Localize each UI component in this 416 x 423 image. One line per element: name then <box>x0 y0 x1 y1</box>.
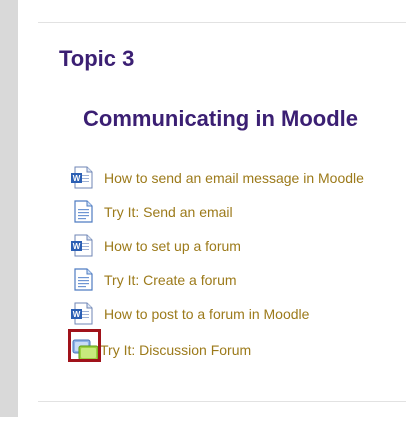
activity-link[interactable]: Try It: Send an email <box>104 204 233 220</box>
activity-item-try-create-forum[interactable]: Try It: Create a forum <box>70 268 390 292</box>
left-margin-bar <box>0 0 18 417</box>
activity-link[interactable]: Try It: Create a forum <box>104 272 237 288</box>
forum-icon-highlight-box <box>68 329 101 362</box>
activity-item-try-send-email[interactable]: Try It: Send an email <box>70 200 390 224</box>
activity-item-send-email-howto[interactable]: W How to send an email message in Moodle <box>70 166 390 190</box>
activity-link[interactable]: How to post to a forum in Moodle <box>104 306 309 322</box>
page-icon <box>70 200 96 224</box>
word-document-icon: W <box>70 166 96 190</box>
activity-item-post-forum-howto[interactable]: W How to post to a forum in Moodle <box>70 302 390 326</box>
topic-title: Topic 3 <box>59 46 135 71</box>
section-divider-top <box>38 22 406 23</box>
activity-item-discussion-forum[interactable]: Try It: Discussion Forum <box>70 338 390 362</box>
activity-link[interactable]: How to set up a forum <box>104 238 241 254</box>
activity-link[interactable]: How to send an email message in Moodle <box>104 170 364 186</box>
section-divider-bottom <box>38 401 406 402</box>
svg-text:W: W <box>73 174 81 183</box>
activity-link[interactable]: Try It: Discussion Forum <box>100 342 251 358</box>
activity-item-setup-forum-howto[interactable]: W How to set up a forum <box>70 234 390 258</box>
section-heading: Communicating in Moodle <box>83 106 358 131</box>
svg-text:W: W <box>73 242 81 251</box>
word-document-icon: W <box>70 234 96 258</box>
word-document-icon: W <box>70 302 96 326</box>
svg-text:W: W <box>73 310 81 319</box>
page-icon <box>70 268 96 292</box>
